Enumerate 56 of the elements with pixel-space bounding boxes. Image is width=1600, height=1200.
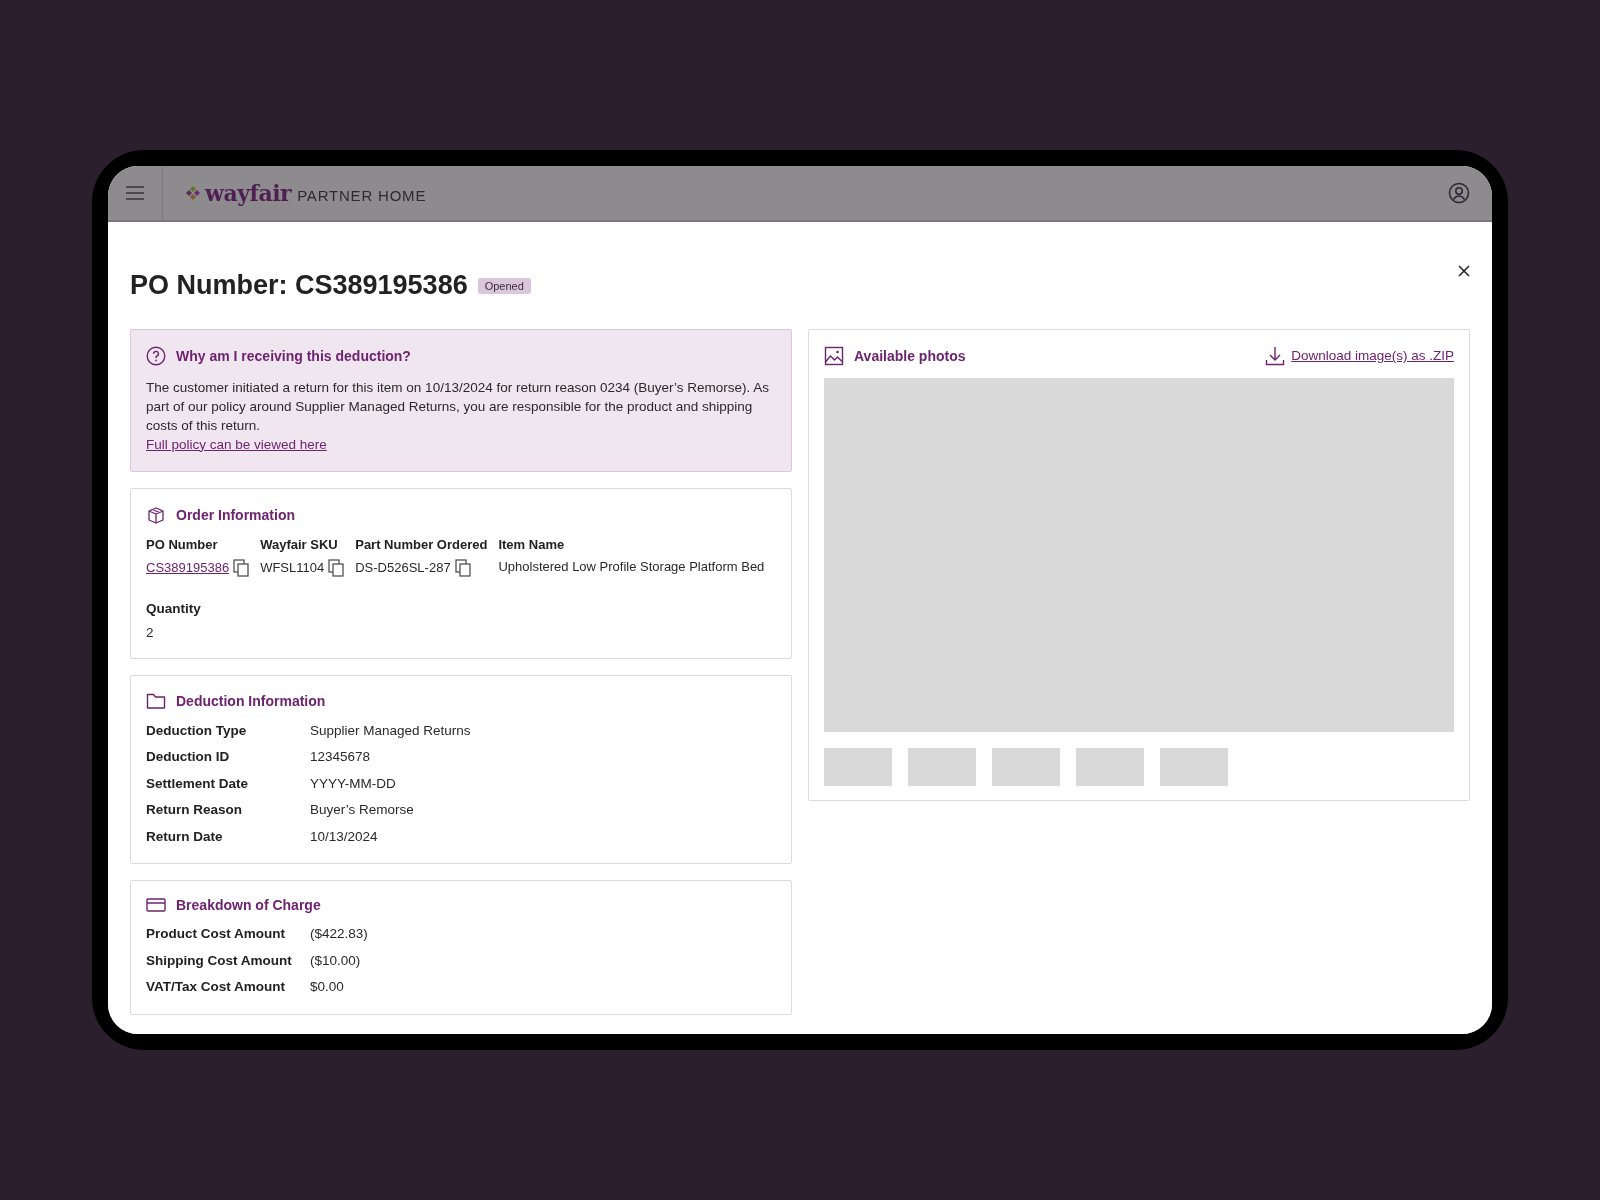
field-label: Return Date — [146, 827, 224, 845]
field-label: Deduction ID — [146, 748, 231, 766]
image-icon — [824, 345, 844, 366]
download-link[interactable]: Download image(s) as .ZIP — [1291, 348, 1454, 363]
field-label: Part Number Ordered — [355, 536, 488, 552]
thumbnail-placeholder[interactable] — [824, 747, 892, 786]
field-value: 12345678 — [310, 748, 372, 766]
thumbnail-placeholder[interactable] — [1160, 747, 1228, 786]
field-label: Item Name — [498, 536, 566, 552]
card-icon — [146, 897, 166, 913]
field-label: Deduction Type — [146, 721, 248, 739]
card-title: Breakdown of Charge — [176, 897, 321, 913]
thumbnail-placeholder[interactable] — [992, 747, 1060, 786]
po-number-link[interactable]: CS389195386 — [146, 560, 230, 575]
field-value: Supplier Managed Returns — [310, 721, 472, 739]
help-icon — [146, 345, 166, 366]
field-value: ($10.00) — [310, 951, 362, 969]
menu-icon[interactable] — [125, 184, 145, 201]
modal-title: PO Number: CS389195386 — [130, 269, 468, 301]
close-icon[interactable] — [1458, 264, 1470, 277]
field-value: 2 — [146, 624, 154, 640]
field-label: Product Cost Amount — [146, 925, 286, 943]
field-value: WFSL1104 — [260, 560, 325, 575]
field-label: Quantity — [146, 600, 201, 616]
thumbnail-placeholder[interactable] — [1076, 747, 1144, 786]
card-title: Order Information — [176, 506, 295, 523]
field-label: VAT/Tax Cost Amount — [146, 978, 286, 996]
policy-link[interactable]: Full policy can be viewed here — [146, 436, 327, 452]
card-title: Why am I receiving this deduction? — [176, 347, 411, 364]
copy-icon[interactable] — [328, 558, 345, 577]
account-icon[interactable] — [1448, 181, 1470, 204]
field-label: Wayfair SKU — [260, 536, 339, 552]
product-name: PARTNER HOME — [297, 186, 427, 204]
field-label: Shipping Cost Amount — [146, 951, 293, 969]
field-value: ($422.83) — [310, 925, 369, 943]
field-value: YYYY-MM-DD — [310, 774, 397, 792]
card-title: Available photos — [854, 347, 966, 364]
copy-icon[interactable] — [233, 558, 250, 577]
field-label: Settlement Date — [146, 774, 250, 792]
box-icon — [146, 504, 166, 525]
logo-mark-icon — [185, 184, 201, 201]
card-title: Deduction Information — [176, 692, 326, 709]
field-label: PO Number — [146, 536, 219, 552]
field-value: DS-D526SL-287 — [355, 560, 451, 575]
field-value: 10/13/2024 — [310, 827, 379, 845]
field-value: $0.00 — [310, 978, 345, 996]
status-badge: Opened — [477, 278, 531, 294]
thumbnail-placeholder[interactable] — [908, 747, 976, 786]
field-value: Buyer’s Remorse — [310, 801, 415, 819]
folder-icon — [146, 691, 166, 710]
explanation-text: The customer initiated a return for this item on 10/13/2024 for return reason 0234 (Buyer’s Remorse). As part of our policy around Supplier Managed Returns, you are responsible for the product and shipping costs of this return. — [146, 378, 771, 435]
field-label: Return Reason — [146, 801, 244, 819]
field-value: Upholstered Low Profile Storage Platform Bed — [498, 558, 765, 574]
download-icon[interactable] — [1265, 345, 1286, 366]
logo-wordmark: wayfair — [205, 179, 292, 206]
copy-icon[interactable] — [454, 558, 471, 577]
